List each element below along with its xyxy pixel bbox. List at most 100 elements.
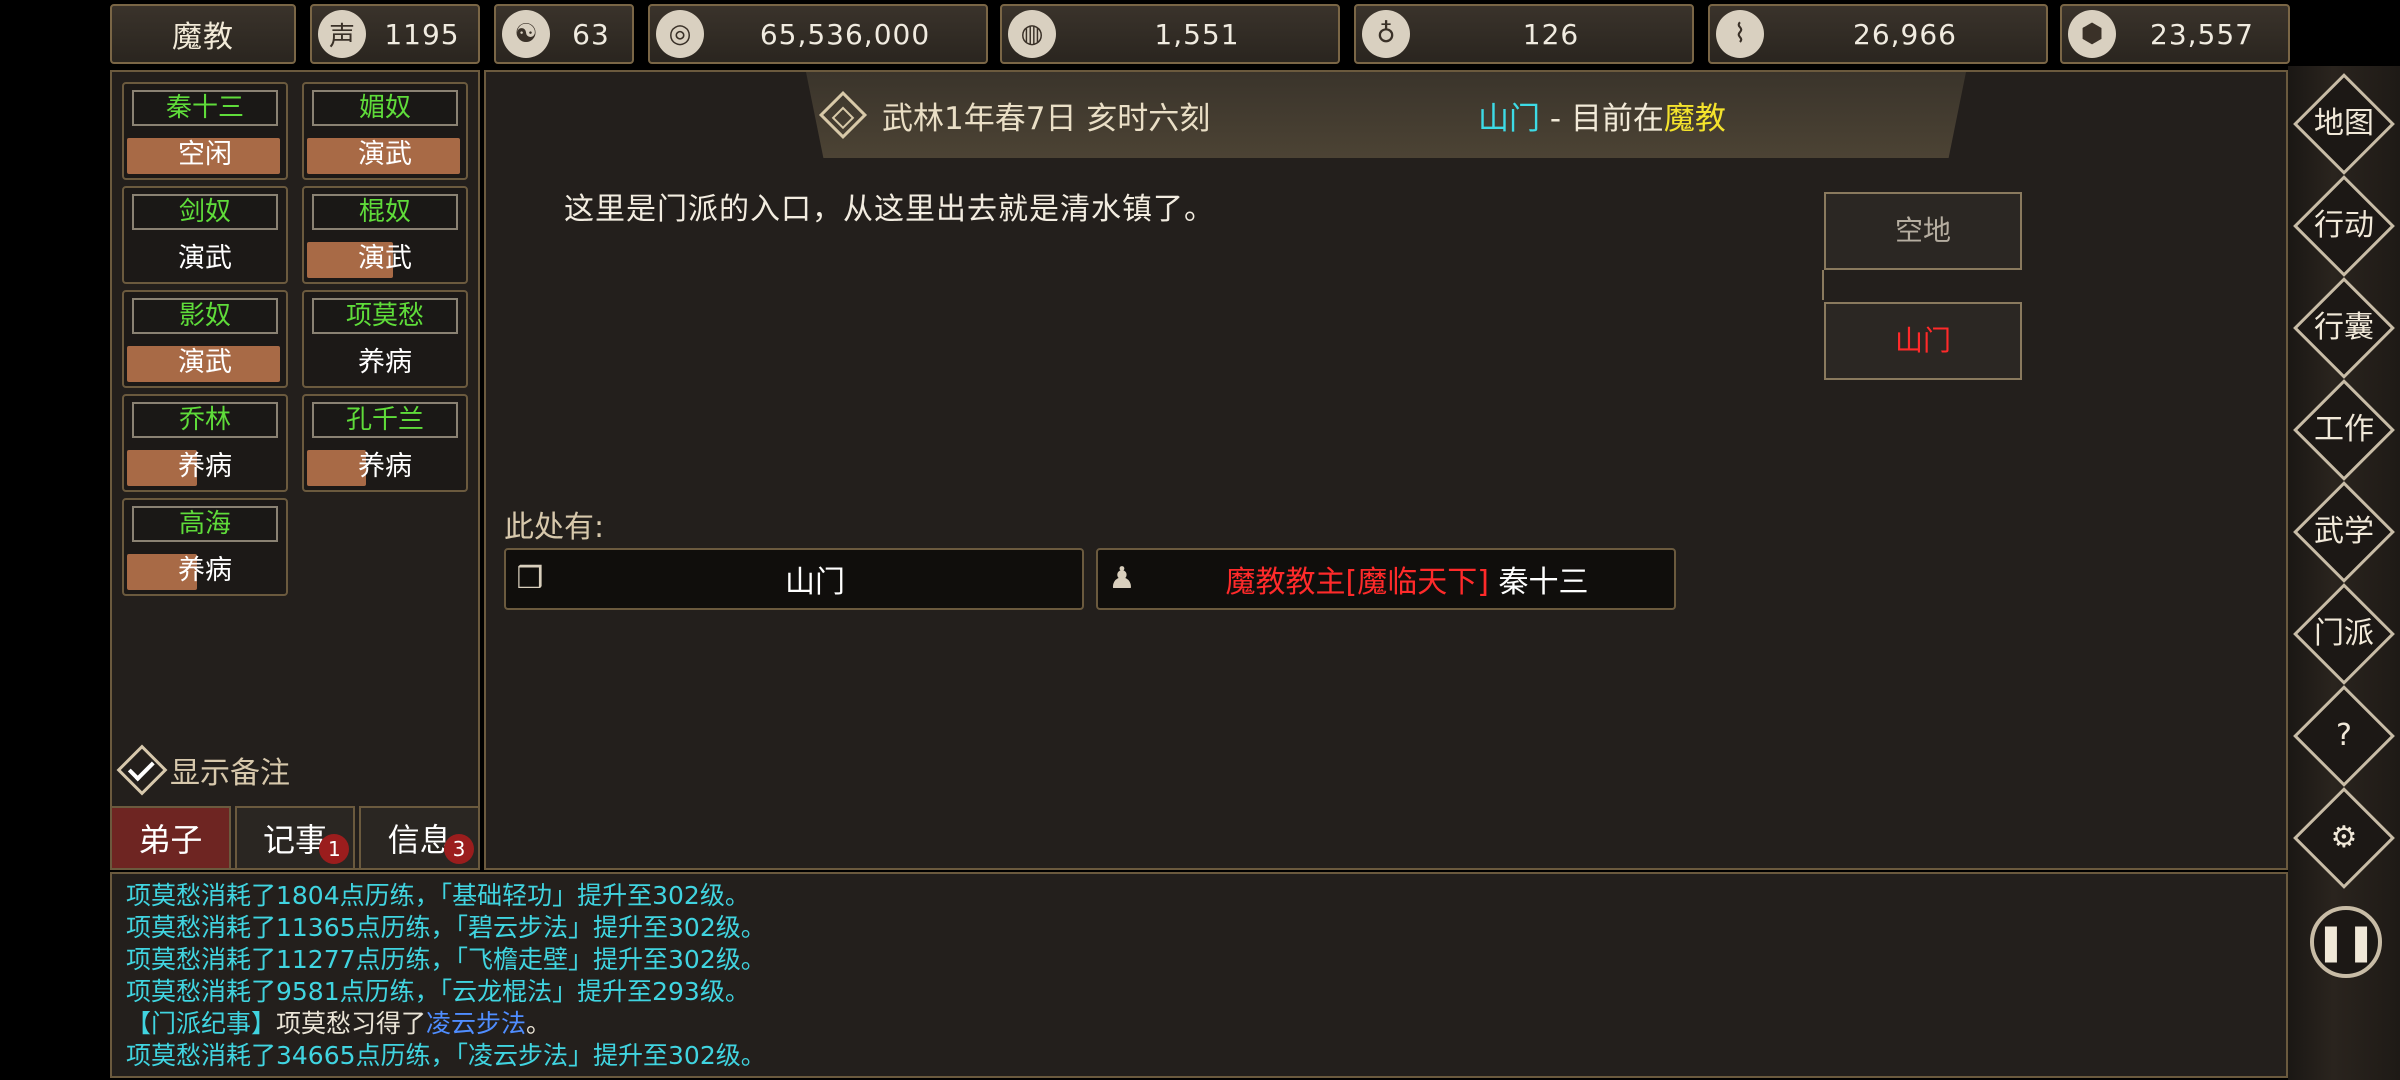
resource-value: 26,966 (1853, 17, 1957, 51)
disciple-name: 剑奴 (132, 194, 278, 230)
disciple-status: 养病 (358, 451, 412, 482)
sect-name-box[interactable]: 魔教 (110, 4, 296, 64)
disciple-name: 项莫愁 (312, 298, 458, 334)
message-log[interactable]: 项莫愁消耗了1804点历练，「基础轻功」提升至302级。 项莫愁消耗了11365… (110, 872, 2288, 1078)
map-connector (1822, 270, 1824, 300)
pause-icon: ❚❚ (2315, 921, 2377, 963)
disciple-card[interactable]: 媚奴 演武 (302, 82, 468, 180)
disciple-name: 乔林 (132, 402, 278, 438)
resource-yinyang[interactable]: ☯ 63 (494, 4, 634, 64)
resource-ore[interactable]: ⬢ 23,557 (2060, 4, 2290, 64)
date-location-bar: 武林1年春7日 亥时六刻 山门 - 目前在魔教 (806, 72, 1966, 158)
disciple-status: 养病 (358, 347, 412, 378)
disciple-name: 媚奴 (312, 90, 458, 126)
menu-inventory-button[interactable]: 行囊 (2293, 277, 2395, 379)
sect-name: 魔教 (172, 20, 234, 55)
right-menu: 地图 行动 行囊 工作 武学 门派 ? ⚙ ❚❚ (2288, 66, 2400, 1080)
menu-label: 工作 (2314, 412, 2374, 447)
checkbox-checked-icon[interactable] (116, 744, 168, 796)
box-icon: ❒ (516, 561, 544, 596)
tab-disciples[interactable]: 弟子 (110, 806, 231, 870)
calendar-icon (818, 90, 868, 140)
tab-label: 记事 (263, 821, 328, 859)
disciple-card[interactable]: 乔林 养病 (122, 394, 288, 492)
current-prefix: 目前在 (1570, 100, 1664, 137)
disciple-card[interactable]: 秦十三 空闲 (122, 82, 288, 180)
resource-value: 65,536,000 (759, 17, 931, 51)
log-line: 项莫愁消耗了11277点历练，「飞檐走壁」提升至302级。 (126, 945, 766, 974)
menu-work-button[interactable]: 工作 (2293, 379, 2395, 481)
resource-value: 63 (572, 17, 610, 51)
entity-title: 魔教教主[魔临天下] (1225, 565, 1489, 600)
pause-button[interactable]: ❚❚ (2310, 906, 2382, 978)
menu-label: 武学 (2314, 514, 2374, 549)
disciple-status: 养病 (178, 555, 232, 586)
notification-badge: 3 (444, 834, 475, 864)
disciple-status: 演武 (178, 347, 232, 378)
resource-value: 1,551 (1154, 17, 1240, 51)
log-skill: 凌云步法 (426, 1009, 527, 1038)
wood-log-icon: ⌇ (1716, 10, 1764, 58)
disciple-status: 空闲 (178, 139, 232, 170)
log-middle: 项莫愁习得了 (276, 1009, 427, 1038)
resource-wood[interactable]: ⌇ 26,966 (1708, 4, 2048, 64)
entity-name: 山门 (785, 565, 845, 600)
question-mark-icon: ? (2336, 718, 2352, 753)
menu-map-button[interactable]: 地图 (2293, 73, 2395, 175)
ore-icon: ⬢ (2068, 10, 2116, 58)
menu-martial-arts-button[interactable]: 武学 (2293, 481, 2395, 583)
tab-records[interactable]: 记事 1 (234, 806, 356, 870)
reputation-icon: 声 (318, 10, 366, 58)
resource-money[interactable]: ◎ 65,536,000 (648, 4, 988, 64)
disciple-card[interactable]: 孔千兰 养病 (302, 394, 468, 492)
log-line: 项莫愁消耗了9581点历练，「云龙棍法」提升至293级。 (126, 977, 750, 1006)
disciple-card[interactable]: 项莫愁 养病 (302, 290, 468, 388)
menu-action-button[interactable]: 行动 (2293, 175, 2395, 277)
resource-value: 126 (1522, 17, 1580, 51)
disciple-name: 高海 (132, 506, 278, 542)
disciple-status: 演武 (358, 243, 412, 274)
disciple-name: 棍奴 (312, 194, 458, 230)
disciple-card[interactable]: 高海 养病 (122, 498, 288, 596)
show-notes-toggle[interactable]: 显示备注 (116, 744, 290, 796)
tab-messages[interactable]: 信息 3 (359, 806, 481, 870)
tab-label: 信息 (387, 821, 452, 859)
entity-gate[interactable]: ❒ 山门 (504, 548, 1084, 610)
map-room[interactable]: 空地 (1824, 192, 2022, 270)
resource-food[interactable]: ◍ 1,551 (1000, 4, 1340, 64)
map-room-current[interactable]: 山门 (1824, 302, 2022, 380)
food-bowl-icon: ◍ (1008, 10, 1056, 58)
current-sect: 魔教 (1663, 100, 1726, 137)
log-line: 【门派纪事】项莫愁习得了凌云步法。 (126, 1008, 2272, 1040)
game-date: 武林1年春7日 亥时六刻 (882, 100, 1211, 137)
help-button[interactable]: ? (2293, 685, 2395, 787)
log-suffix: 。 (526, 1009, 552, 1038)
location-separator: - (1540, 100, 1571, 137)
menu-label: 行动 (2314, 208, 2374, 243)
resource-bar: 魔教 声 1195 ☯ 63 ◎ 65,536,000 ◍ 1,551 ♁ 12… (110, 4, 2290, 66)
coin-icon: ◎ (656, 10, 704, 58)
disciple-name: 影奴 (132, 298, 278, 334)
disciple-name: 孔千兰 (312, 402, 458, 438)
disciple-status: 演武 (178, 243, 232, 274)
entity-label: 山门 (548, 557, 1082, 601)
menu-label: 地图 (2314, 106, 2374, 141)
disciple-status: 演武 (358, 139, 412, 170)
resource-reputation[interactable]: 声 1195 (310, 4, 480, 64)
entity-npc[interactable]: ♟ 魔教教主[魔临天下] 秦十三 (1096, 548, 1676, 610)
disciple-card[interactable]: 剑奴 演武 (122, 186, 288, 284)
location-name: 山门 (1478, 100, 1540, 137)
resource-value: 1195 (384, 17, 460, 51)
resource-wine[interactable]: ♁ 126 (1354, 4, 1694, 64)
settings-button[interactable]: ⚙ (2293, 787, 2395, 889)
log-line: 项莫愁消耗了1804点历练，「基础轻功」提升至302级。 (126, 881, 750, 910)
tab-label: 弟子 (138, 821, 203, 859)
resource-value: 23,557 (2150, 17, 2254, 51)
disciple-card[interactable]: 棍奴 演武 (302, 186, 468, 284)
gourd-icon: ♁ (1362, 10, 1410, 58)
show-notes-label: 显示备注 (170, 756, 290, 791)
disciple-card[interactable]: 影奴 演武 (122, 290, 288, 388)
here-label: 此处有: (504, 510, 605, 545)
log-line: 项莫愁消耗了34665点历练，「凌云步法」提升至302级。 (126, 1041, 766, 1070)
menu-sect-button[interactable]: 门派 (2293, 583, 2395, 685)
